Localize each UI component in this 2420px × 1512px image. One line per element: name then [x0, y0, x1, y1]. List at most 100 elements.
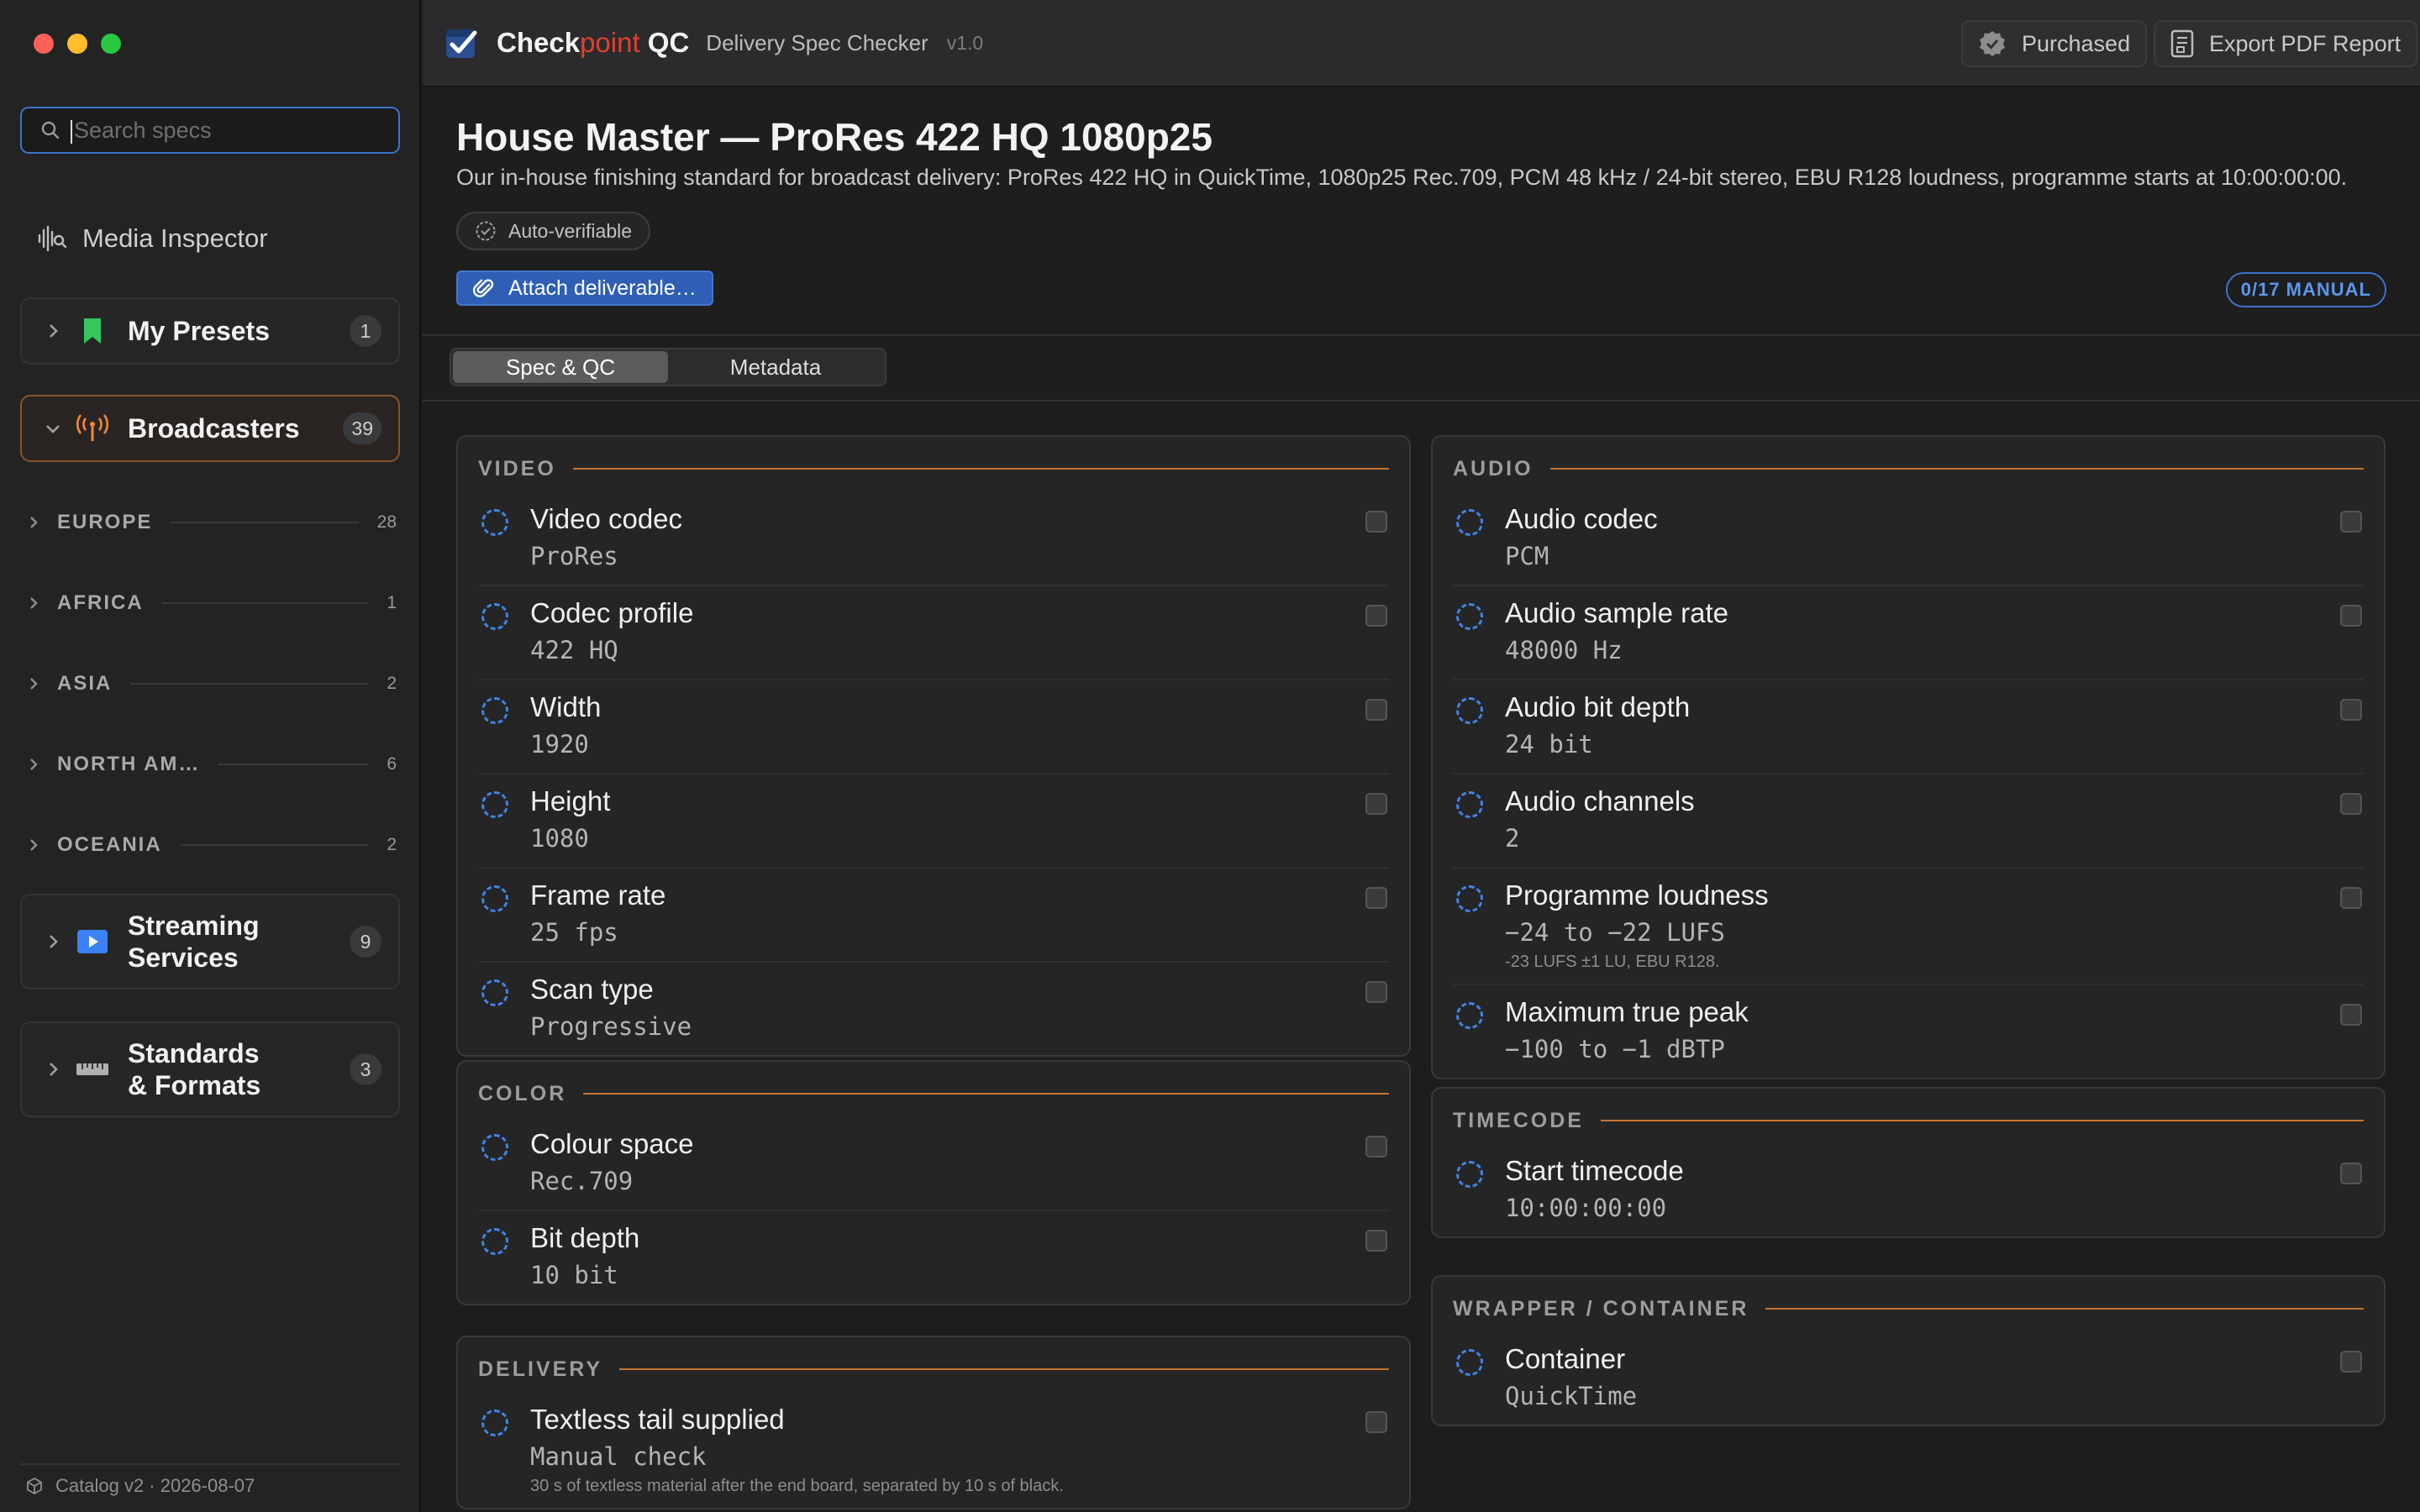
spec-value: −24 to −22 LUFS [1505, 918, 1725, 947]
sidebar: Media Inspector My Presets 1 Broadcaster… [0, 0, 421, 1512]
manual-checkbox[interactable] [2340, 1163, 2362, 1184]
section-rule [619, 1368, 1389, 1370]
spec-note: 30 s of textless material after the end … [530, 1477, 1064, 1495]
pending-status-icon [481, 697, 508, 724]
manual-checkbox[interactable] [2340, 1351, 2362, 1373]
spec-value: −100 to −1 dBTP [1505, 1035, 1725, 1063]
chevron-right-icon [30, 517, 38, 528]
region-count: 28 [376, 512, 397, 532]
section-rule [572, 468, 1389, 470]
manual-checkbox[interactable] [1365, 981, 1387, 1003]
spec-label: Scan type [530, 974, 654, 1005]
manual-checkbox[interactable] [1365, 887, 1387, 909]
attach-label: Attach deliverable… [508, 276, 697, 300]
manual-checkbox[interactable] [1365, 511, 1387, 533]
spec-value: 25 fps [530, 918, 618, 947]
pending-status-icon [481, 1228, 508, 1255]
ruler-icon [76, 1063, 108, 1075]
pending-status-icon [1456, 509, 1483, 536]
section-rule [1549, 468, 2364, 470]
spec-header: House Master — ProRes 422 HQ 1080p25 Our… [423, 87, 2420, 336]
category-broadcasters[interactable]: Broadcasters 39 [20, 395, 400, 462]
pending-status-icon [481, 791, 508, 818]
spec-row-colour-space: Colour space Rec.709 [478, 1117, 1389, 1211]
catalog-version: Catalog v2 · 2026-08-07 [55, 1475, 255, 1496]
manual-checkbox[interactable] [2340, 887, 2362, 909]
spec-label: Container [1505, 1343, 1626, 1374]
spec-label: Frame rate [530, 879, 666, 911]
region-europe[interactable]: EUROPE 28 [27, 506, 397, 539]
spec-label: Start timecode [1505, 1155, 1684, 1186]
window-zoom-button[interactable] [101, 34, 121, 54]
spec-value: Progressive [530, 1012, 692, 1041]
app-logo-icon [446, 29, 477, 58]
spec-row-audio-channels: Audio channels 2 [1453, 774, 2364, 869]
region-asia[interactable]: ASIA 2 [27, 667, 397, 701]
pending-status-icon [481, 509, 508, 536]
spec-value: Rec.709 [530, 1167, 634, 1195]
search-input[interactable] [74, 117, 376, 144]
region-name: NORTH AM… [57, 753, 201, 775]
chevron-right-icon [30, 759, 38, 770]
manual-checkbox[interactable] [1365, 1411, 1387, 1433]
tab-spec-qc[interactable]: Spec & QC [453, 351, 668, 383]
purchased-button[interactable]: Purchased [1961, 20, 2148, 67]
manual-checkbox[interactable] [1365, 1230, 1387, 1252]
section-rule [1600, 1120, 2364, 1121]
region-africa[interactable]: AFRICA 1 [27, 586, 397, 620]
category-label: Standards & Formats [128, 1037, 350, 1101]
manual-checkbox[interactable] [2340, 793, 2362, 815]
pending-status-icon [481, 1134, 508, 1161]
manual-checkbox[interactable] [1365, 1136, 1387, 1158]
manual-checkbox[interactable] [1365, 699, 1387, 721]
manual-checkbox[interactable] [2340, 511, 2362, 533]
manual-checkbox[interactable] [2340, 699, 2362, 721]
manual-checkbox[interactable] [1365, 605, 1387, 627]
section-title: DELIVERY [478, 1357, 603, 1381]
window-minimize-button[interactable] [67, 34, 87, 54]
media-inspector-link[interactable]: Media Inspector [37, 218, 268, 259]
waveform-search-icon [38, 225, 67, 252]
category-label: Broadcasters [128, 413, 300, 444]
tab-metadata[interactable]: Metadata [668, 351, 883, 383]
spec-value: 1920 [530, 730, 589, 759]
spec-label: Bit depth [530, 1222, 640, 1253]
manual-checkbox[interactable] [2340, 1004, 2362, 1026]
category-standards-formats[interactable]: Standards & Formats 3 [20, 1021, 400, 1117]
spec-value: Manual check [530, 1442, 707, 1471]
count-badge: 3 [350, 1053, 381, 1085]
page-description: Our in-house finishing standard for broa… [456, 165, 2348, 190]
section-timecode: TIMECODE Start timecode 10:00:00:00 [1431, 1087, 2386, 1238]
auto-verifiable-chip: Auto-verifiable [456, 212, 651, 250]
spec-label: Programme loudness [1505, 879, 1769, 911]
attach-deliverable-button[interactable]: Attach deliverable… [456, 270, 713, 306]
region-oceania[interactable]: OCEANIA 2 [27, 828, 397, 862]
manual-checkbox[interactable] [2340, 605, 2362, 627]
manual-checkbox[interactable] [1365, 793, 1387, 815]
spec-row-programme-loudness: Programme loudness −24 to −22 LUFS -23 LUF… [1453, 869, 2364, 985]
count-badge: 9 [350, 926, 381, 958]
spec-label: Video codec [530, 503, 683, 534]
brand-suffix: QC [639, 27, 690, 58]
search-field[interactable] [20, 107, 400, 154]
pending-status-icon [1456, 697, 1483, 724]
section-wrapper-container: WRAPPER / CONTAINER Container QuickTime [1431, 1275, 2386, 1426]
spec-value: 10:00:00:00 [1505, 1194, 1667, 1222]
section-video: VIDEO Video codec ProRes Codec profile 422… [456, 435, 1411, 1057]
export-pdf-button[interactable]: Export PDF Report [2154, 20, 2418, 67]
catalog-footer: Catalog v2 · 2026-08-07 [20, 1463, 400, 1497]
page-title: House Master — ProRes 422 HQ 1080p25 [456, 115, 1213, 159]
text-caret [71, 120, 72, 144]
category-streaming-services[interactable]: Streaming Services 9 [20, 894, 400, 990]
category-my-presets[interactable]: My Presets 1 [20, 297, 400, 365]
divider [180, 844, 369, 846]
spec-row-height: Height 1080 [478, 774, 1389, 869]
window-close-button[interactable] [34, 34, 54, 54]
section-delivery: DELIVERY Textless tail supplied Manual ch… [456, 1336, 1411, 1509]
region-count: 2 [387, 835, 397, 854]
spec-label: Audio sample rate [1505, 597, 1728, 628]
section-title: WRAPPER / CONTAINER [1453, 1296, 1749, 1320]
region-north-america[interactable]: NORTH AM… 6 [27, 748, 397, 781]
chevron-right-icon [30, 839, 38, 851]
spec-value: 10 bit [530, 1261, 618, 1289]
